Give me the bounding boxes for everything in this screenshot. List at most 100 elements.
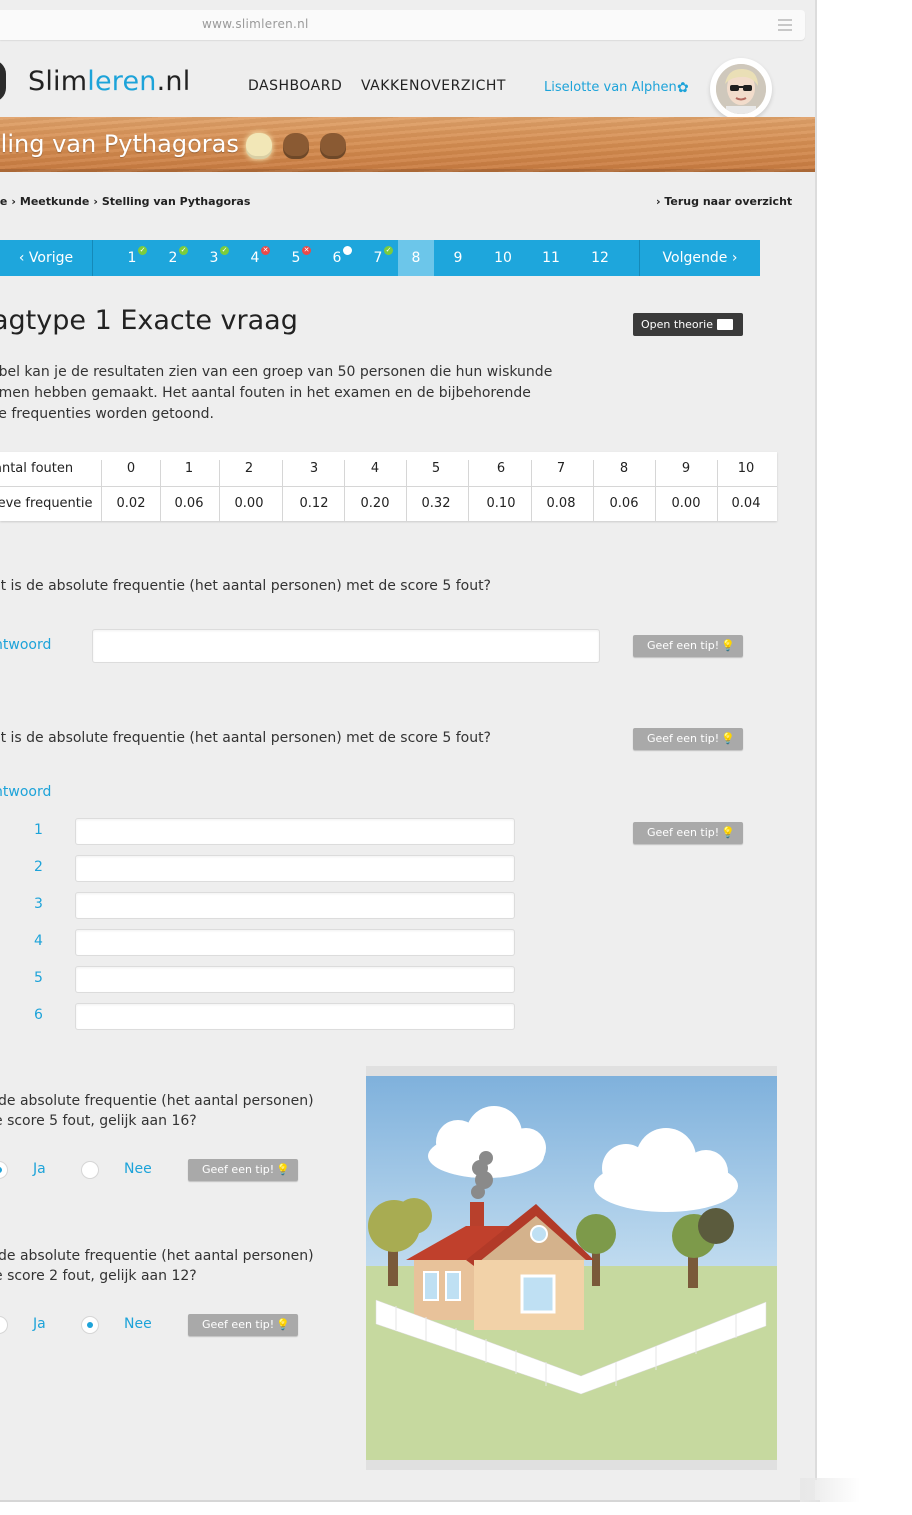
question-nav-item[interactable]: 8 (398, 240, 434, 276)
answer-row-number: 6 (34, 1007, 43, 1023)
table-cell: 0.00 (671, 496, 701, 511)
table-cell: 0.08 (546, 496, 576, 511)
next-label: Volgende (662, 250, 728, 266)
nav-vakkenoverzicht[interactable]: VAKKENOVERZICHT (361, 78, 506, 94)
logo[interactable]: Slimleren.nl (28, 66, 190, 97)
table-cell: 0.06 (609, 496, 639, 511)
avatar-frame[interactable] (710, 58, 772, 120)
radio-no-label[interactable]: Nee (124, 1161, 152, 1177)
browser-url-bar[interactable]: www.slimleren.nl (0, 10, 805, 40)
next-button[interactable]: Volgende › (640, 240, 760, 276)
logo-mark-icon (0, 60, 6, 102)
tip-button[interactable]: Geef een tip! 💡 (633, 635, 743, 657)
prev-label: Vorige (28, 250, 74, 266)
tip-button[interactable]: Geef een tip! 💡 (188, 1314, 298, 1336)
question-number: 7 (373, 250, 383, 266)
radio-yes[interactable] (0, 1161, 8, 1179)
table-header-cell: 5 (431, 461, 441, 476)
question-2-text: at is de absolute frequentie (het aantal… (0, 730, 491, 746)
tip-button[interactable]: Geef een tip! 💡 (633, 728, 743, 750)
question-nav-item[interactable]: 1 ✓ (112, 240, 152, 276)
progress-pot-icon (283, 133, 309, 159)
answer-input[interactable] (92, 629, 600, 663)
menu-icon[interactable] (778, 19, 792, 31)
table-header-cell: 8 (619, 461, 629, 476)
table-header-cell: 10 (737, 461, 755, 476)
house-image (366, 1076, 777, 1460)
gear-icon[interactable]: ✿ (677, 80, 689, 96)
answer-input[interactable] (75, 966, 515, 993)
answer-row-number: 5 (34, 970, 43, 986)
question-4-line: de absolute frequentie (het aantal perso… (0, 1248, 314, 1264)
book-icon (717, 319, 733, 330)
cross-icon: ✕ (302, 246, 311, 255)
table-divider (344, 460, 345, 522)
breadcrumb-item[interactable]: de (0, 195, 7, 208)
back-label: Terug naar overzicht (664, 195, 793, 208)
progress-pot-icon (320, 133, 346, 159)
question-number: 6 (332, 250, 342, 266)
table-divider (717, 460, 718, 522)
chevron-right-icon: › (93, 195, 98, 208)
answer-input[interactable] (75, 818, 515, 845)
url-text: www.slimleren.nl (202, 17, 309, 31)
prev-button[interactable]: ‹ Vorige (0, 240, 92, 276)
table-cell: 0.06 (174, 496, 204, 511)
question-title: agtype 1 Exacte vraag (0, 305, 298, 336)
logo-prefix: Slim (28, 66, 88, 97)
row-header: ieve frequentie (0, 496, 93, 511)
question-number: 11 (542, 250, 560, 266)
lightbulb-icon: 💡 (721, 639, 735, 652)
lightbulb-icon: 💡 (721, 732, 735, 745)
question-nav-item[interactable]: 5 ✕ (276, 240, 316, 276)
radio-yes-label[interactable]: Ja (33, 1316, 46, 1332)
breadcrumb-item[interactable]: Stelling van Pythagoras (102, 195, 251, 208)
user-name-link[interactable]: Liselotte van Alphen (544, 80, 677, 95)
question-nav-item[interactable]: 9 (438, 240, 478, 276)
table-header-cell: 7 (556, 461, 566, 476)
question-nav-item[interactable]: 6 (317, 240, 357, 276)
radio-yes-label[interactable]: Ja (33, 1161, 46, 1177)
radio-no-label[interactable]: Nee (124, 1316, 152, 1332)
question-nav-item[interactable]: 7 ✓ (358, 240, 398, 276)
radio-yes[interactable] (0, 1316, 8, 1334)
back-to-overview-link[interactable]: › Terug naar overzicht (656, 195, 792, 208)
nav-dashboard[interactable]: DASHBOARD (248, 78, 342, 94)
answer-input[interactable] (75, 892, 515, 919)
radio-no[interactable] (81, 1161, 99, 1179)
tip-button[interactable]: Geef een tip! 💡 (633, 822, 743, 844)
open-theory-label: Open theorie (641, 318, 714, 331)
table-divider (219, 460, 220, 522)
question-nav-item[interactable]: 2 ✓ (153, 240, 193, 276)
answer-row-number: 2 (34, 859, 43, 875)
answer-input[interactable] (75, 1003, 515, 1030)
table-divider (593, 460, 594, 522)
table-divider (468, 460, 469, 522)
logo-suffix: .nl (156, 66, 191, 97)
question-nav-item[interactable]: 10 (482, 240, 524, 276)
table-header-cell: 0 (126, 461, 136, 476)
question-nav-item[interactable]: 4 ✕ (235, 240, 275, 276)
tip-button[interactable]: Geef een tip! 💡 (188, 1159, 298, 1181)
question-nav-item[interactable]: 3 ✓ (194, 240, 234, 276)
question-number: 3 (209, 250, 219, 266)
answer-input[interactable] (75, 855, 515, 882)
question-nav-item[interactable]: 12 (578, 240, 622, 276)
question-number: 10 (494, 250, 512, 266)
table-header-cell: 4 (370, 461, 380, 476)
radio-no[interactable] (81, 1316, 99, 1334)
question-number: 4 (250, 250, 260, 266)
tip-label: Geef een tip! (202, 1163, 275, 1176)
tip-label: Geef een tip! (647, 732, 720, 745)
answer-row-number: 4 (34, 933, 43, 949)
question-number: 9 (453, 250, 463, 266)
open-theory-button[interactable]: Open theorie (633, 313, 743, 336)
question-number: 5 (291, 250, 301, 266)
table-cell: 0.00 (234, 496, 264, 511)
intro-line: abel kan je de resultaten zien van een g… (0, 364, 553, 380)
table-divider (406, 460, 407, 522)
answer-input[interactable] (75, 929, 515, 956)
breadcrumb-item[interactable]: Meetkunde (20, 195, 89, 208)
question-nav-item[interactable]: 11 (530, 240, 572, 276)
question-1-text: at is de absolute frequentie (het aantal… (0, 578, 491, 594)
